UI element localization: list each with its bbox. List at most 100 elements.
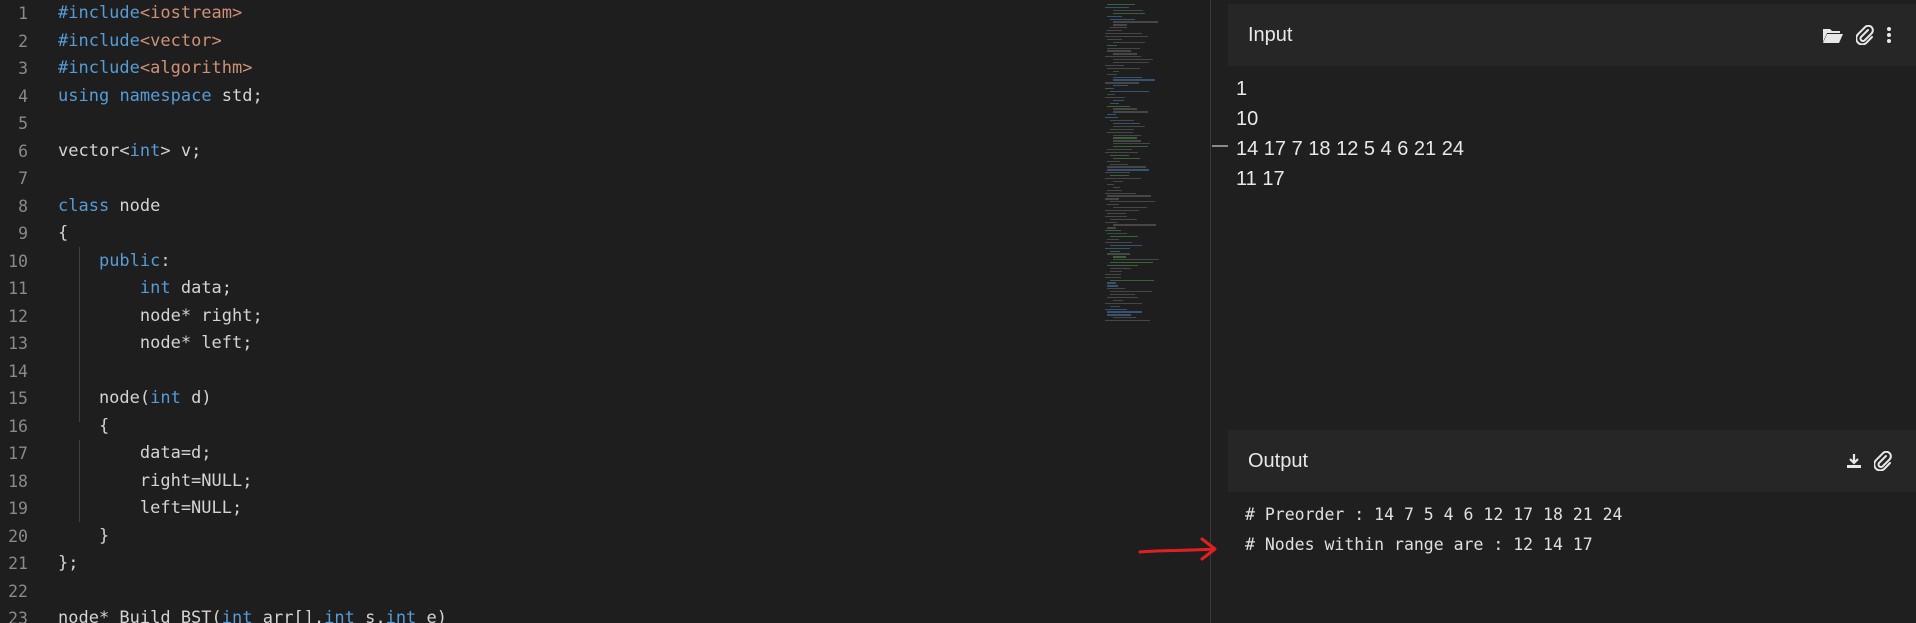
line-number: 5 xyxy=(18,114,28,133)
minimap-stroke xyxy=(1105,276,1122,278)
code-line[interactable]: 18 right=NULL; xyxy=(0,468,1100,496)
code-token: <vector> xyxy=(139,30,222,51)
code-line[interactable]: 11 int data; xyxy=(0,275,1100,303)
minimap-stroke xyxy=(1105,151,1139,154)
code-line[interactable]: 2 #include<vector> xyxy=(0,28,1100,56)
code-line[interactable]: 7 xyxy=(0,165,1100,193)
minimap-stroke xyxy=(1107,282,1117,284)
code-line[interactable]: 12 node* right; xyxy=(0,303,1100,331)
minimap-stroke xyxy=(1107,73,1117,75)
more-vertical-icon[interactable] xyxy=(1886,26,1892,44)
minimap-stroke xyxy=(1107,114,1117,116)
folder-open-icon[interactable] xyxy=(1822,26,1844,44)
code-line[interactable]: 6 vector<int> v; xyxy=(0,138,1100,166)
line-number: 17 xyxy=(8,444,28,463)
minimap[interactable] xyxy=(1105,4,1165,324)
minimap-stroke xyxy=(1113,207,1148,209)
code-line[interactable]: 10 public: xyxy=(0,248,1100,276)
minimap-stroke xyxy=(1113,140,1142,142)
code-line[interactable]: 5 xyxy=(0,110,1100,138)
code-line[interactable]: 9{ xyxy=(0,220,1100,248)
minimap-stroke xyxy=(1113,180,1124,183)
minimap-stroke xyxy=(1107,131,1133,133)
code-token: right=NULL; xyxy=(58,470,253,491)
code-line[interactable]: 3 #include<algorithm> xyxy=(0,55,1100,83)
minimap-stroke xyxy=(1107,311,1142,313)
code-line[interactable]: 22 xyxy=(0,578,1100,606)
minimap-stroke xyxy=(1105,308,1127,310)
code-line[interactable]: 14 xyxy=(0,358,1100,386)
paperclip-icon[interactable] xyxy=(1856,25,1874,45)
code-line[interactable]: 13 node* left; xyxy=(0,330,1100,358)
minimap-stroke xyxy=(1105,198,1120,200)
code-token: : xyxy=(160,250,171,271)
minimap-stroke xyxy=(1110,201,1155,203)
code-line[interactable]: 19 left=NULL; xyxy=(0,495,1100,523)
output-panel-header: Output xyxy=(1228,430,1916,492)
code-line[interactable]: 8 class node xyxy=(0,193,1100,221)
minimap-stroke xyxy=(1107,288,1126,290)
minimap-stroke xyxy=(1113,137,1137,139)
line-number: 20 xyxy=(8,526,28,546)
code-text: #include<vector> xyxy=(58,28,222,56)
minimap-stroke xyxy=(1105,221,1117,223)
minimap-stroke xyxy=(1113,256,1126,258)
line-number: 16 xyxy=(8,416,28,436)
minimap-stroke xyxy=(1107,233,1127,235)
code-token: namespace xyxy=(119,85,212,106)
minimap-stroke xyxy=(1113,99,1125,101)
minimap-stroke xyxy=(1107,227,1117,229)
code-line[interactable]: 20 } xyxy=(0,523,1100,551)
code-token: <algorithm> xyxy=(139,58,253,78)
code-line[interactable]: 21}; xyxy=(0,550,1100,578)
minimap-stroke xyxy=(1113,12,1146,14)
line-number: 3 xyxy=(18,59,28,78)
code-text: using namespace std; xyxy=(58,83,263,111)
line-number: 14 xyxy=(8,361,28,381)
code-line[interactable]: 23 node* Build_BST(int arr[],int s,int e) xyxy=(0,605,1100,623)
minimap-stroke xyxy=(1113,157,1140,159)
minimap-stroke xyxy=(1107,285,1118,287)
code-text: { xyxy=(58,220,68,248)
minimap-stroke xyxy=(1105,6,1129,9)
code-token: int xyxy=(129,140,161,161)
code-line[interactable]: 4 using namespace std; xyxy=(0,83,1100,111)
code-text: int data; xyxy=(58,275,232,303)
minimap-stroke xyxy=(1105,96,1126,99)
minimap-stroke xyxy=(1113,259,1159,261)
minimap-stroke xyxy=(1107,166,1147,168)
code-token: node* left; xyxy=(58,333,253,353)
output-console: # Preorder : 14 7 5 4 6 12 17 18 21 24 # … xyxy=(1245,500,1905,560)
code-line[interactable]: 16 { xyxy=(0,413,1100,441)
input-textarea[interactable]: 1 10 14 17 7 18 12 5 4 6 21 24 11 17 xyxy=(1236,74,1906,194)
minimap-stroke xyxy=(1105,209,1140,212)
minimap-stroke xyxy=(1105,88,1115,90)
code-token: int xyxy=(385,608,417,623)
download-icon[interactable] xyxy=(1846,453,1862,469)
sash-handle[interactable] xyxy=(1212,145,1228,147)
minimap-stroke xyxy=(1107,4,1136,6)
code-token: left=NULL; xyxy=(58,498,243,518)
paperclip-icon[interactable] xyxy=(1874,451,1892,471)
code-token: > v; xyxy=(160,140,202,161)
code-token: }; xyxy=(58,553,79,573)
minimap-stroke xyxy=(1105,117,1119,119)
code-text: class node xyxy=(58,193,160,221)
minimap-stroke xyxy=(1107,183,1115,186)
code-token: int xyxy=(139,278,171,298)
code-token: vector< xyxy=(58,140,130,161)
code-text: node* right; xyxy=(58,303,263,331)
minimap-stroke xyxy=(1110,262,1153,264)
code-line[interactable]: 17 data=d; xyxy=(0,440,1100,468)
code-editor[interactable]: 1 #include<iostream> 2 #include<vector> 3 #in… xyxy=(0,0,1210,623)
minimap-stroke xyxy=(1107,238,1120,241)
minimap-stroke xyxy=(1110,279,1154,281)
code-line[interactable]: 1 #include<iostream> xyxy=(0,0,1100,28)
minimap-stroke xyxy=(1105,320,1150,322)
split-divider[interactable] xyxy=(1210,0,1211,623)
minimap-stroke xyxy=(1110,163,1129,165)
code-token: } xyxy=(58,525,110,546)
code-line[interactable]: 15 node(int d) xyxy=(0,385,1100,413)
line-number: 1 xyxy=(18,4,28,23)
minimap-stroke xyxy=(1107,189,1123,191)
